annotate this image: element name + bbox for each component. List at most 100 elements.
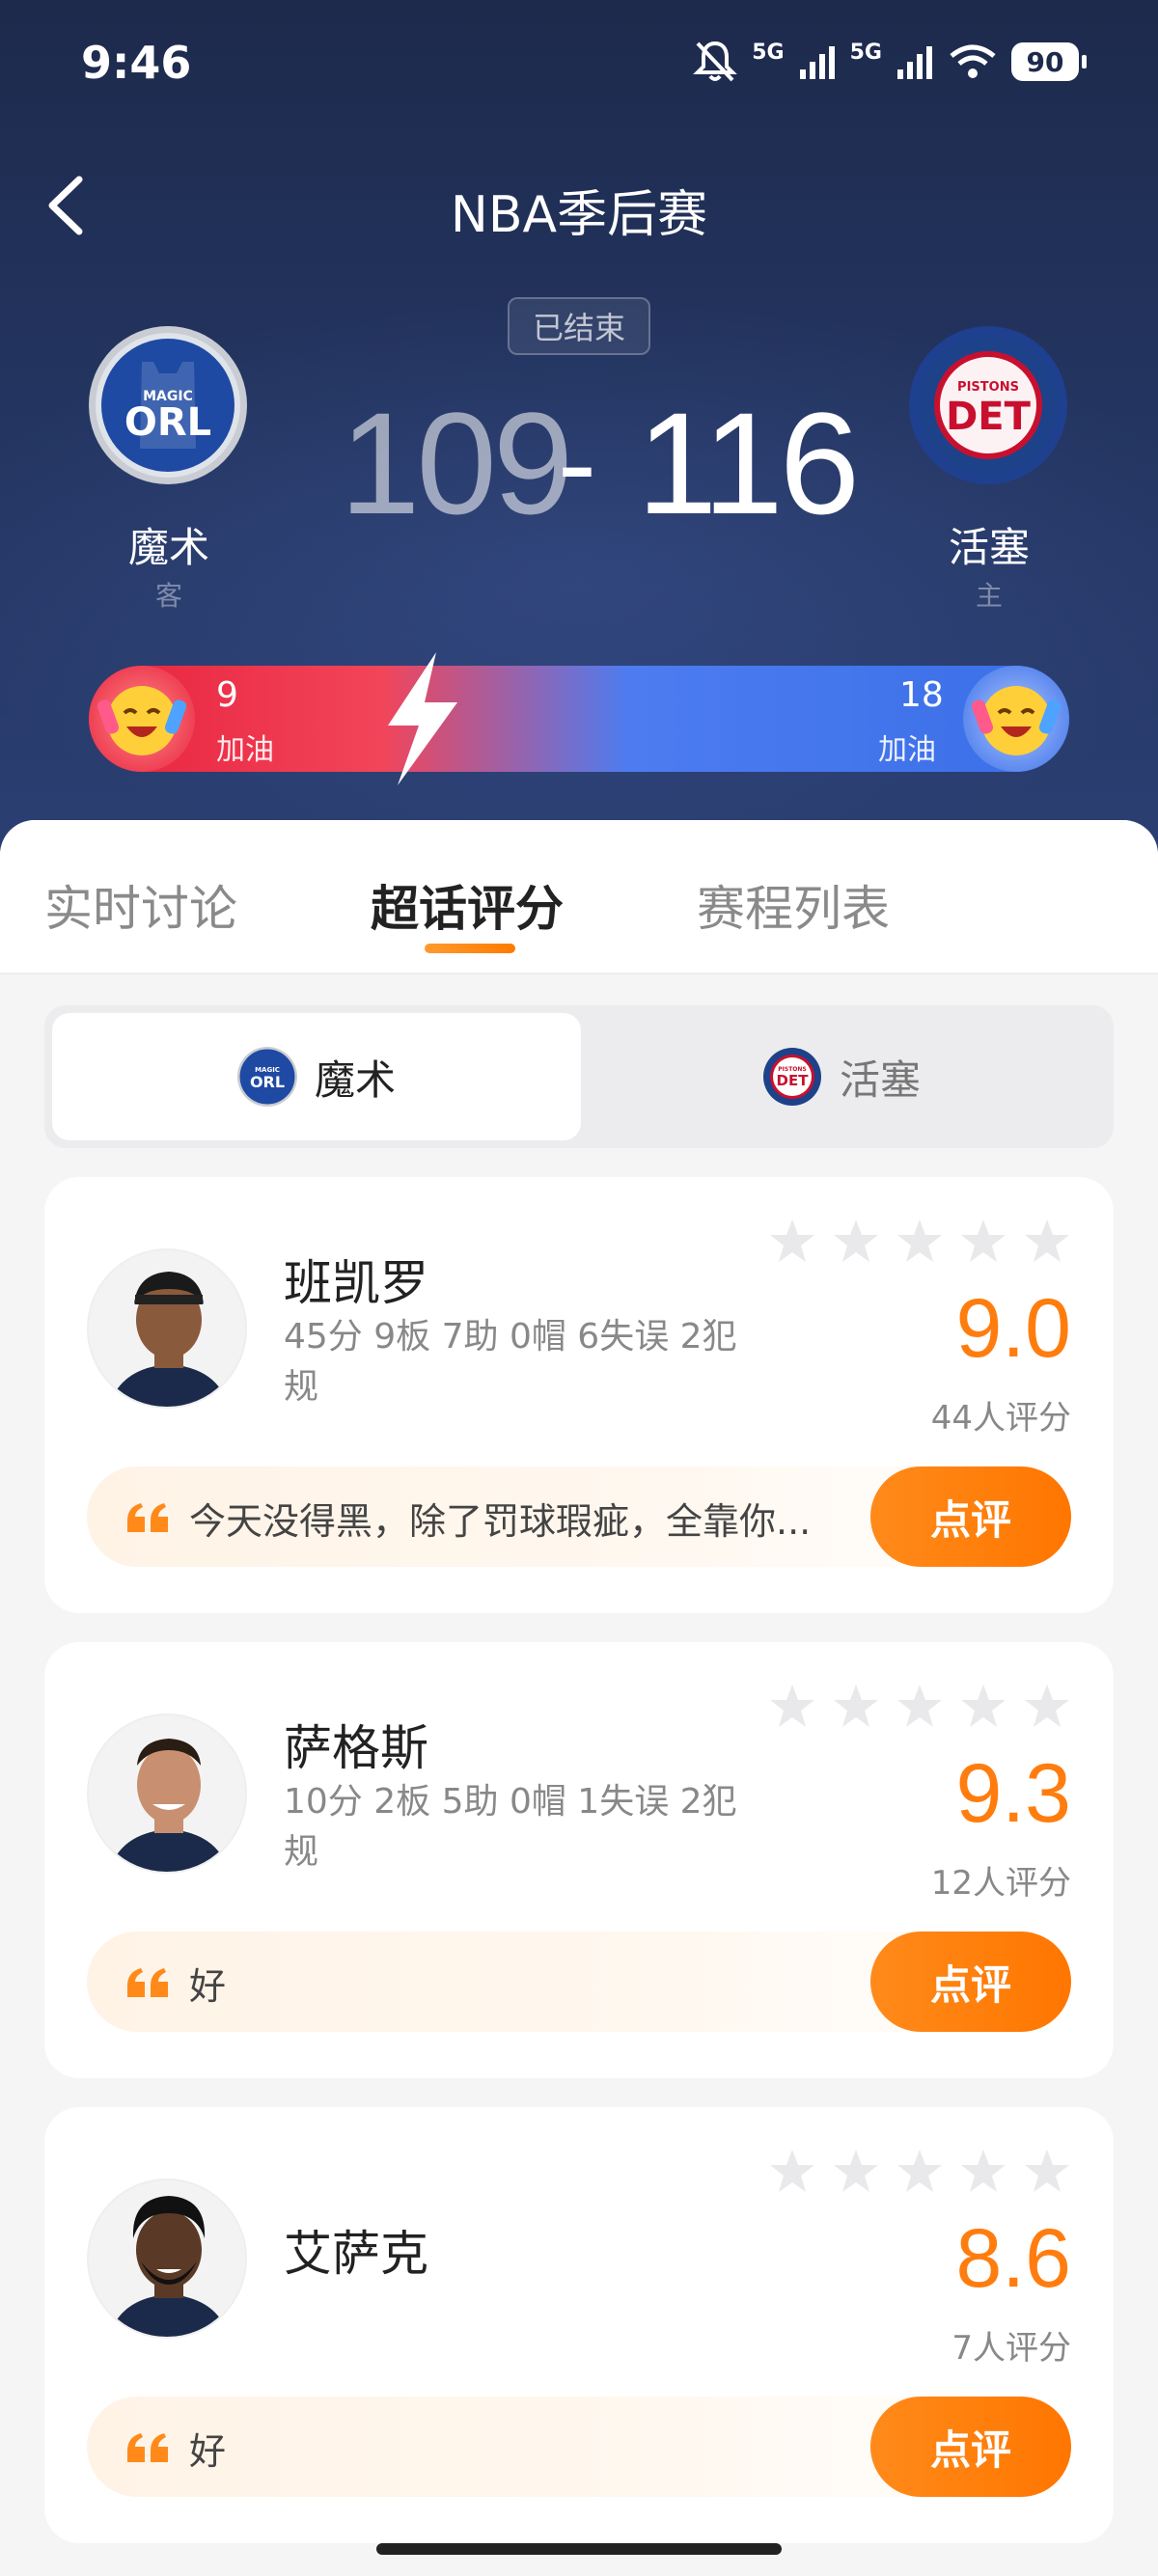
star-icon[interactable] <box>832 1218 880 1266</box>
player-name: 艾萨克 <box>284 2226 428 2282</box>
wifi-icon <box>950 44 996 78</box>
player-name: 萨格斯 <box>284 1720 428 1776</box>
star-icon[interactable] <box>832 2148 880 2196</box>
magic-logo-icon: MAGIC ORL <box>236 1047 297 1107</box>
home-logo-top-text: PISTONS <box>957 380 1019 395</box>
cheer-emoji-icon <box>96 686 187 755</box>
home-indicator[interactable] <box>376 2543 782 2555</box>
review-button-label: 点评 <box>929 1960 1011 2009</box>
review-button-label: 点评 <box>929 1495 1011 1544</box>
away-support-label: 加油 <box>216 733 274 767</box>
rating-count: 44人评分 <box>930 1399 1071 1438</box>
home-cheer-button[interactable] <box>963 666 1069 772</box>
score-separator: - <box>558 398 596 528</box>
tab-schedule[interactable]: 赛程列表 <box>697 870 890 940</box>
home-support-count: 18 <box>899 675 944 715</box>
rating-count: 7人评分 <box>951 2329 1071 2368</box>
team-switch-away[interactable]: MAGIC ORL 魔术 <box>52 1013 581 1140</box>
star-icon[interactable] <box>1023 2148 1071 2196</box>
team-switch-away-label: 魔术 <box>314 1055 396 1104</box>
team-switch-home[interactable]: PISTONS DET 活塞 <box>577 1013 1106 1140</box>
lightning-icon <box>388 652 457 785</box>
player-card[interactable]: 萨格斯 10分 2板 5助 0帽 1失误 2犯规 9.3 12人评分 好 点评 <box>44 1642 1114 2078</box>
away-cheer-button[interactable] <box>89 666 195 772</box>
review-button[interactable]: 点评 <box>870 1466 1071 1567</box>
player-photo <box>89 1715 245 1872</box>
star-icon[interactable] <box>959 1683 1007 1731</box>
game-header: 9:46 5G 5G 90 NBA季后赛 已结束 MAGIC ORL 魔术 客 … <box>0 0 1158 868</box>
player-card[interactable]: 班凯罗 45分 9板 7助 0帽 6失误 2犯规 9.0 44人评分 今天没得黑… <box>44 1177 1114 1613</box>
player-rating: 9.0 <box>955 1282 1071 1375</box>
network-label-1: 5G <box>752 40 785 65</box>
star-icon[interactable] <box>832 1683 880 1731</box>
star-icon[interactable] <box>959 1218 1007 1266</box>
star-icon[interactable] <box>768 1683 816 1731</box>
cheer-emoji-icon <box>971 686 1062 755</box>
status-time: 9:46 <box>81 37 192 89</box>
network-label-2: 5G <box>849 40 882 65</box>
player-photo <box>89 1250 245 1407</box>
home-team-side: 主 <box>975 580 1003 612</box>
tab-live-discussion[interactable]: 实时讨论 <box>44 870 237 940</box>
top-comment[interactable]: 好 点评 <box>87 1932 1071 2032</box>
player-rating: 8.6 <box>955 2212 1071 2305</box>
away-score: 109 <box>340 382 573 544</box>
comment-text: 今天没得黑，除了罚球瑕疵，全靠你... <box>189 1500 812 1543</box>
player-stats: 45分 9板 7助 0帽 6失误 2犯规 <box>284 1317 737 1407</box>
quote-icon <box>127 1503 168 1532</box>
star-icon[interactable] <box>768 1218 816 1266</box>
player-avatar <box>87 2179 247 2339</box>
battery-level: 90 <box>1026 45 1064 78</box>
away-support-count: 9 <box>216 675 238 715</box>
switch-away-logo-abbr: ORL <box>250 1073 285 1091</box>
status-bar: 9:46 5G 5G 90 <box>0 0 1158 135</box>
active-tab-indicator <box>425 944 515 953</box>
comment-text: 好 <box>189 2430 227 2473</box>
player-avatar <box>87 1248 247 1409</box>
mute-bell-icon <box>693 41 738 82</box>
player-card[interactable]: 艾萨克 8.6 7人评分 好 点评 <box>44 2107 1114 2543</box>
star-icon[interactable] <box>896 2148 944 2196</box>
player-stats: 10分 2板 5助 0帽 1失误 2犯规 <box>284 1782 737 1872</box>
star-icon[interactable] <box>959 2148 1007 2196</box>
review-button[interactable]: 点评 <box>870 1932 1071 2032</box>
away-logo-abbr: ORL <box>124 400 211 445</box>
rating-count: 12人评分 <box>930 1864 1071 1903</box>
content-sheet: 实时讨论 超话评分 赛程列表 MAGIC ORL 魔术 PISTONS DET … <box>0 820 1158 2576</box>
player-name: 班凯罗 <box>284 1255 428 1311</box>
top-comment[interactable]: 好 点评 <box>87 2397 1071 2497</box>
away-team-logo[interactable]: MAGIC ORL <box>89 326 247 484</box>
star-icon[interactable] <box>1023 1683 1071 1731</box>
page-title: NBA季后赛 <box>450 186 708 244</box>
home-team-name: 活塞 <box>948 524 1030 571</box>
comment-text: 好 <box>189 1965 227 2008</box>
player-photo <box>89 2180 245 2337</box>
star-icon[interactable] <box>896 1218 944 1266</box>
rating-stars[interactable] <box>768 1218 1071 1266</box>
game-status-badge: 已结束 <box>508 297 650 355</box>
star-icon[interactable] <box>768 2148 816 2196</box>
home-team-logo[interactable]: PISTONS DET <box>909 326 1067 484</box>
rating-stars[interactable] <box>768 2148 1071 2196</box>
status-icons: 5G 5G 90 <box>692 35 1087 89</box>
home-score: 116 <box>637 382 860 544</box>
star-icon[interactable] <box>1023 1218 1071 1266</box>
tab-ratings[interactable]: 超话评分 <box>371 870 564 940</box>
review-button-label: 点评 <box>929 2425 1011 2474</box>
quote-icon <box>127 1968 168 1997</box>
team-switch: MAGIC ORL 魔术 PISTONS DET 活塞 <box>44 1005 1114 1148</box>
review-button[interactable]: 点评 <box>870 2397 1071 2497</box>
game-status-text: 已结束 <box>532 310 625 346</box>
magic-logo-icon: MAGIC ORL <box>96 333 240 478</box>
away-team-name: 魔术 <box>127 524 209 571</box>
home-support-label: 加油 <box>878 733 936 767</box>
rating-stars[interactable] <box>768 1683 1071 1731</box>
quote-icon <box>127 2433 168 2462</box>
pistons-logo-icon: PISTONS DET <box>919 336 1058 475</box>
signal-icon <box>799 46 835 79</box>
battery-indicator: 90 <box>1011 42 1087 81</box>
top-comment[interactable]: 今天没得黑，除了罚球瑕疵，全靠你... 点评 <box>87 1466 1071 1567</box>
pistons-logo-icon: PISTONS DET <box>762 1048 821 1106</box>
home-logo-abbr: DET <box>946 395 1032 439</box>
star-icon[interactable] <box>896 1683 944 1731</box>
